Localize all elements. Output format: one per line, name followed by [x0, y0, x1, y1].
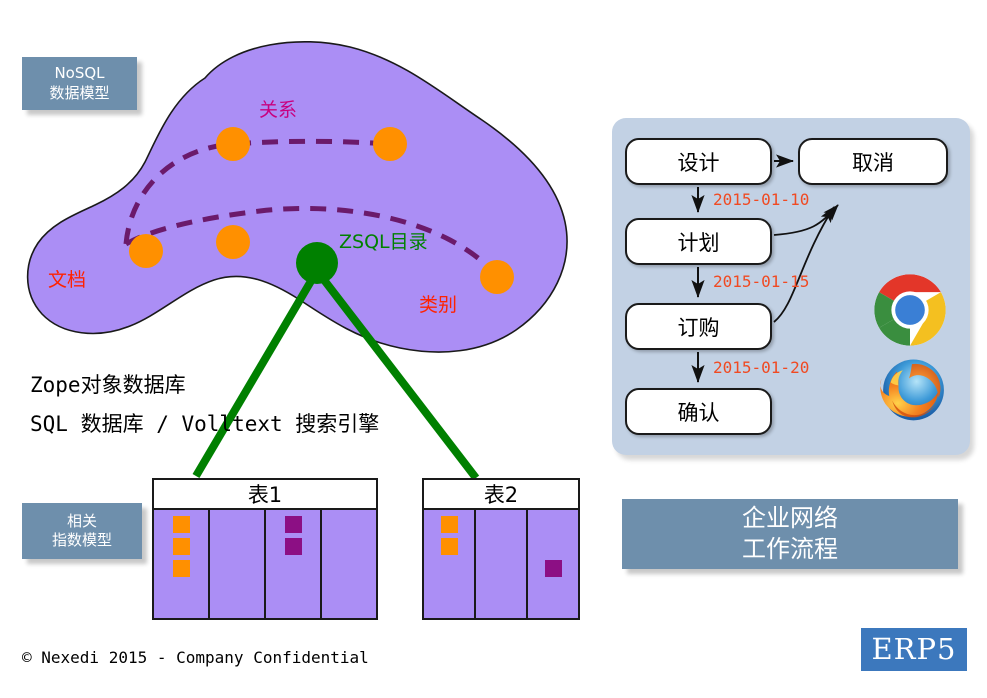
hub-to-table1-connector	[192, 273, 318, 479]
cell-marker-purple	[284, 516, 302, 533]
db-table-1-column-2	[210, 510, 266, 618]
db-table-2-column-1	[424, 510, 476, 618]
cell-marker-orange	[172, 560, 190, 577]
data-dot	[480, 260, 514, 294]
callout-index-line1: 相关	[66, 511, 97, 530]
db-table-1-column-1	[154, 510, 210, 618]
workflow-date-plan-order: 2015-01-15	[713, 272, 810, 291]
callout-nosql-line2: 数据模型	[49, 83, 110, 102]
chrome-icon	[874, 274, 946, 346]
cell-marker-orange	[172, 538, 190, 555]
footer-copyright: © Nexedi 2015 - Company Confidential	[22, 648, 369, 667]
data-dot	[373, 127, 407, 161]
callout-index-line2: 指数模型	[51, 531, 112, 549]
slide-canvas: 关系 文档 类别 ZSQL目录 NoSQL 数据模型 相关 指数模型 企业网络 …	[0, 0, 987, 698]
blob-label-zsql: ZSQL目录	[339, 231, 428, 253]
blob-label-category: 类别	[419, 294, 458, 316]
callout-nosql-line1: NoSQL	[54, 64, 105, 83]
db-table-1-column-3	[266, 510, 322, 618]
db-table-2-title: 表2	[424, 480, 578, 510]
text-zope-object-database: Zope对象数据库	[30, 373, 186, 397]
text-sql-fulltext-search: SQL 数据库 / Volltext 搜索引擎	[30, 412, 380, 436]
blob-label-document: 文档	[48, 269, 87, 291]
data-dot	[216, 225, 250, 259]
cell-marker-orange	[440, 538, 458, 555]
workflow-state-confirm[interactable]: 确认	[625, 388, 772, 435]
cell-spacer	[545, 516, 562, 533]
erp5-logo: ERP5	[861, 628, 967, 671]
erp5-logo-text: ERP5	[871, 632, 957, 666]
db-table-1-title: 表1	[154, 480, 376, 510]
db-table-2-column-2	[476, 510, 528, 618]
workflow-date-design-plan: 2015-01-10	[713, 190, 810, 209]
cell-marker-orange	[172, 516, 190, 533]
callout-enterprise-network-workflow: 企业网络 工作流程	[622, 499, 958, 569]
cell-marker-purple	[544, 560, 562, 577]
workflow-state-design[interactable]: 设计	[625, 138, 772, 185]
cell-spacer	[545, 538, 562, 555]
db-table-1-column-4	[322, 510, 376, 618]
firefox-icon	[880, 359, 944, 421]
db-table-2-body	[424, 510, 578, 618]
cell-marker-purple	[284, 538, 302, 555]
workflow-state-order[interactable]: 订购	[625, 303, 772, 350]
callout-index-model: 相关 指数模型	[22, 503, 142, 559]
blob-label-relation: 关系	[259, 99, 298, 121]
cell-marker-orange	[440, 516, 458, 533]
callout-nosql-data-model: NoSQL 数据模型	[22, 57, 137, 110]
data-dot	[216, 127, 250, 161]
workflow-state-cancel[interactable]: 取消	[798, 138, 948, 185]
db-table-2: 表2	[422, 478, 580, 620]
zsql-catalog-hub	[296, 242, 338, 284]
callout-enterprise-line2: 工作流程	[742, 535, 838, 563]
callout-enterprise-line1: 企业网络	[742, 504, 838, 533]
db-table-2-column-3	[528, 510, 578, 618]
workflow-state-plan[interactable]: 计划	[625, 218, 772, 265]
workflow-date-order-confirm: 2015-01-20	[713, 358, 810, 377]
db-table-1-body	[154, 510, 376, 618]
data-dot	[129, 234, 163, 268]
db-table-1: 表1	[152, 478, 378, 620]
